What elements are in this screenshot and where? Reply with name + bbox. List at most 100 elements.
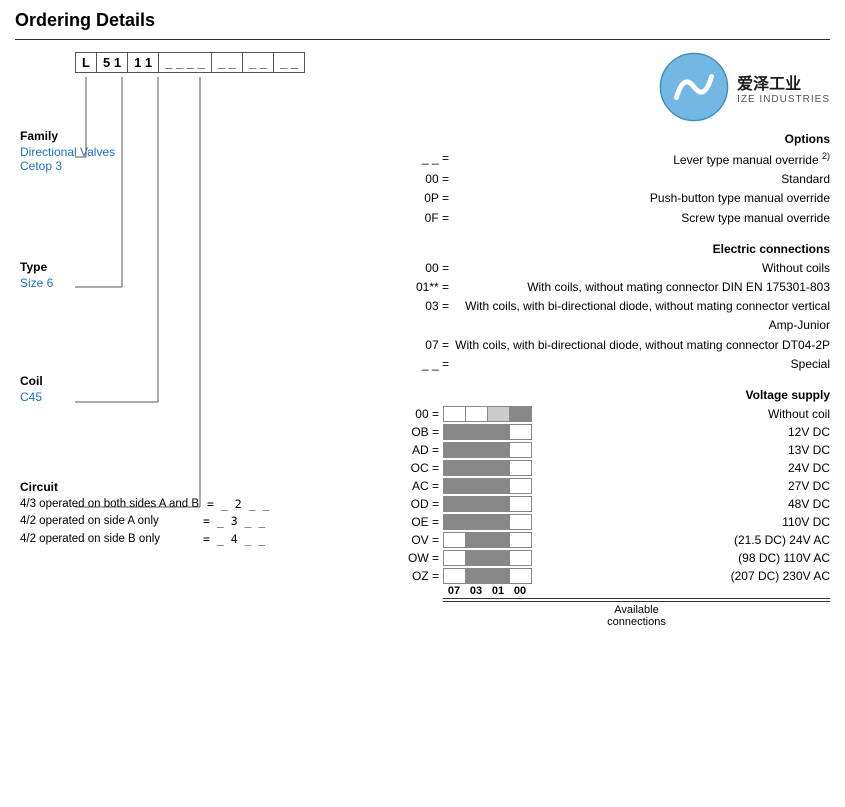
grid-cell-5-2 [488,496,510,512]
grid-cell-7-2 [488,532,510,548]
grid-cells-2 [443,442,532,458]
grid-cell-9-0 [444,568,466,584]
grid-cell-8-0 [444,550,466,566]
circuit-row-1: 4/3 operated on both sides A and B = _ 2… [20,496,269,513]
right-section: 爱泽工业 IZE INDUSTRIES Options _ _ = Lever … [385,52,830,628]
code-seg-d2b: _ _ [243,52,274,73]
grid-cells-5 [443,496,532,512]
code-seg-L: L [75,52,97,73]
page-title: Ordering Details [15,10,830,31]
voltage-row-0: 00 =Without coil [405,405,830,423]
grid-header: 07030100 [443,585,830,599]
option-desc-0: Lever type manual override 2) [455,149,830,170]
logo-circle-icon [659,52,729,122]
grid-cell-2-0 [444,442,466,458]
grid-cells-7 [443,532,532,548]
circuit-row-3: 4/2 operated on side B only = _ 4 _ _ [20,531,269,548]
grid-cells-3 [443,460,532,476]
grid-header-0: 07 [443,585,465,597]
grid-cells-4 [443,478,532,494]
grid-cell-5-1 [466,496,488,512]
code-seg-d2a: _ _ [212,52,243,73]
title-divider [15,39,830,40]
option-desc-2: Push-button type manual override [455,189,830,208]
voltage-desc-6: 110V DC [532,513,830,531]
grid-cell-9-3 [510,568,532,584]
code-seg-d4: _ _ _ _ [159,52,212,73]
voltage-rows: 00 =Without coilOB =12V DCAD =13V DCOC =… [405,405,830,585]
grid-header-2: 01 [487,585,509,597]
grid-cell-7-3 [510,532,532,548]
left-section: L 5 1 1 1 _ _ _ _ _ _ _ _ _ _ [15,52,385,628]
electric-desc-2: With coils, with bi-directional diode, w… [455,297,830,335]
voltage-row-2: AD =13V DC [405,441,830,459]
voltage-row-7: OV =(21.5 DC) 24V AC [405,531,830,549]
option-desc-1: Standard [455,170,830,189]
option-row-3: 0F = Screw type manual override [405,209,830,228]
grid-cell-3-1 [466,460,488,476]
grid-cell-8-1 [466,550,488,566]
grid-cell-6-1 [466,514,488,530]
voltage-row-3: OC = 24V DC [405,459,830,477]
voltage-title: Voltage supply [405,388,830,402]
option-code-0: _ _ = [405,149,455,170]
grid-cell-3-2 [488,460,510,476]
grid-cell-5-0 [444,496,466,512]
voltage-desc-3: 24V DC [532,459,830,477]
grid-cell-6-2 [488,514,510,530]
grid-cells-1 [443,424,532,440]
electric-code-0: 00 = [405,259,455,278]
code-seg-51: 5 1 [97,52,128,73]
logo-area: 爱泽工业 IZE INDUSTRIES [659,52,830,122]
voltage-code-3: OC = [405,459,443,477]
voltage-row-1: OB =12V DC [405,423,830,441]
grid-cell-2-1 [466,442,488,458]
circuit-code-3: = _ 4 _ _ [203,531,265,548]
circuit-code-2: = _ 3 _ _ [203,513,265,530]
electric-desc-1: With coils, without mating connector DIN… [455,278,830,297]
grid-cell-4-0 [444,478,466,494]
circuit-desc-1: 4/3 operated on both sides A and B [20,496,199,513]
grid-cells-8 [443,550,532,566]
options-title: Options [405,132,830,146]
grid-cell-7-0 [444,532,466,548]
grid-cell-4-3 [510,478,532,494]
voltage-code-2: AD = [405,441,443,459]
type-block: Type Size 6 [20,260,53,290]
voltage-desc-9: (207 DC) 230V AC [532,567,830,585]
voltage-code-8: OW = [405,549,443,567]
code-seg-11: 1 1 [128,52,159,73]
grid-cell-4-1 [466,478,488,494]
grid-cell-0-1 [466,406,488,422]
grid-cell-2-2 [488,442,510,458]
type-title: Type [20,260,53,274]
voltage-desc-8: (98 DC) 110V AC [532,549,830,567]
grid-header-1: 03 [465,585,487,597]
circuit-block: Circuit 4/3 operated on both sides A and… [20,480,269,548]
voltage-code-0: 00 = [405,405,443,423]
grid-cell-8-3 [510,550,532,566]
option-code-3: 0F = [405,209,455,228]
option-code-2: 0P = [405,189,455,208]
electric-code-3: 07 = [405,336,455,355]
voltage-desc-4: 27V DC [532,477,830,495]
grid-cells-0 [443,406,532,422]
grid-cell-0-0 [444,406,466,422]
grid-cell-7-1 [466,532,488,548]
grid-cell-6-0 [444,514,466,530]
electric-code-1: 01** = [405,278,455,297]
code-diagram: L 5 1 1 1 _ _ _ _ _ _ _ _ _ _ [75,52,385,73]
option-row-2: 0P = Push-button type manual override [405,189,830,208]
main-layout: L 5 1 1 1 _ _ _ _ _ _ _ _ _ _ [15,52,830,628]
option-desc-3: Screw type manual override [455,209,830,228]
voltage-desc-1: 12V DC [532,423,830,441]
grid-header-3: 00 [509,585,531,597]
electric-desc-3: With coils, with bi-directional diode, w… [455,336,830,355]
grid-cell-3-0 [444,460,466,476]
grid-cell-5-3 [510,496,532,512]
coil-title: Coil [20,374,43,388]
logo-company-cn: 爱泽工业 [737,70,830,94]
grid-cell-0-2 [488,406,510,422]
voltage-desc-5: 48V DC [532,495,830,513]
family-value-1: Directional Valves [20,145,115,159]
